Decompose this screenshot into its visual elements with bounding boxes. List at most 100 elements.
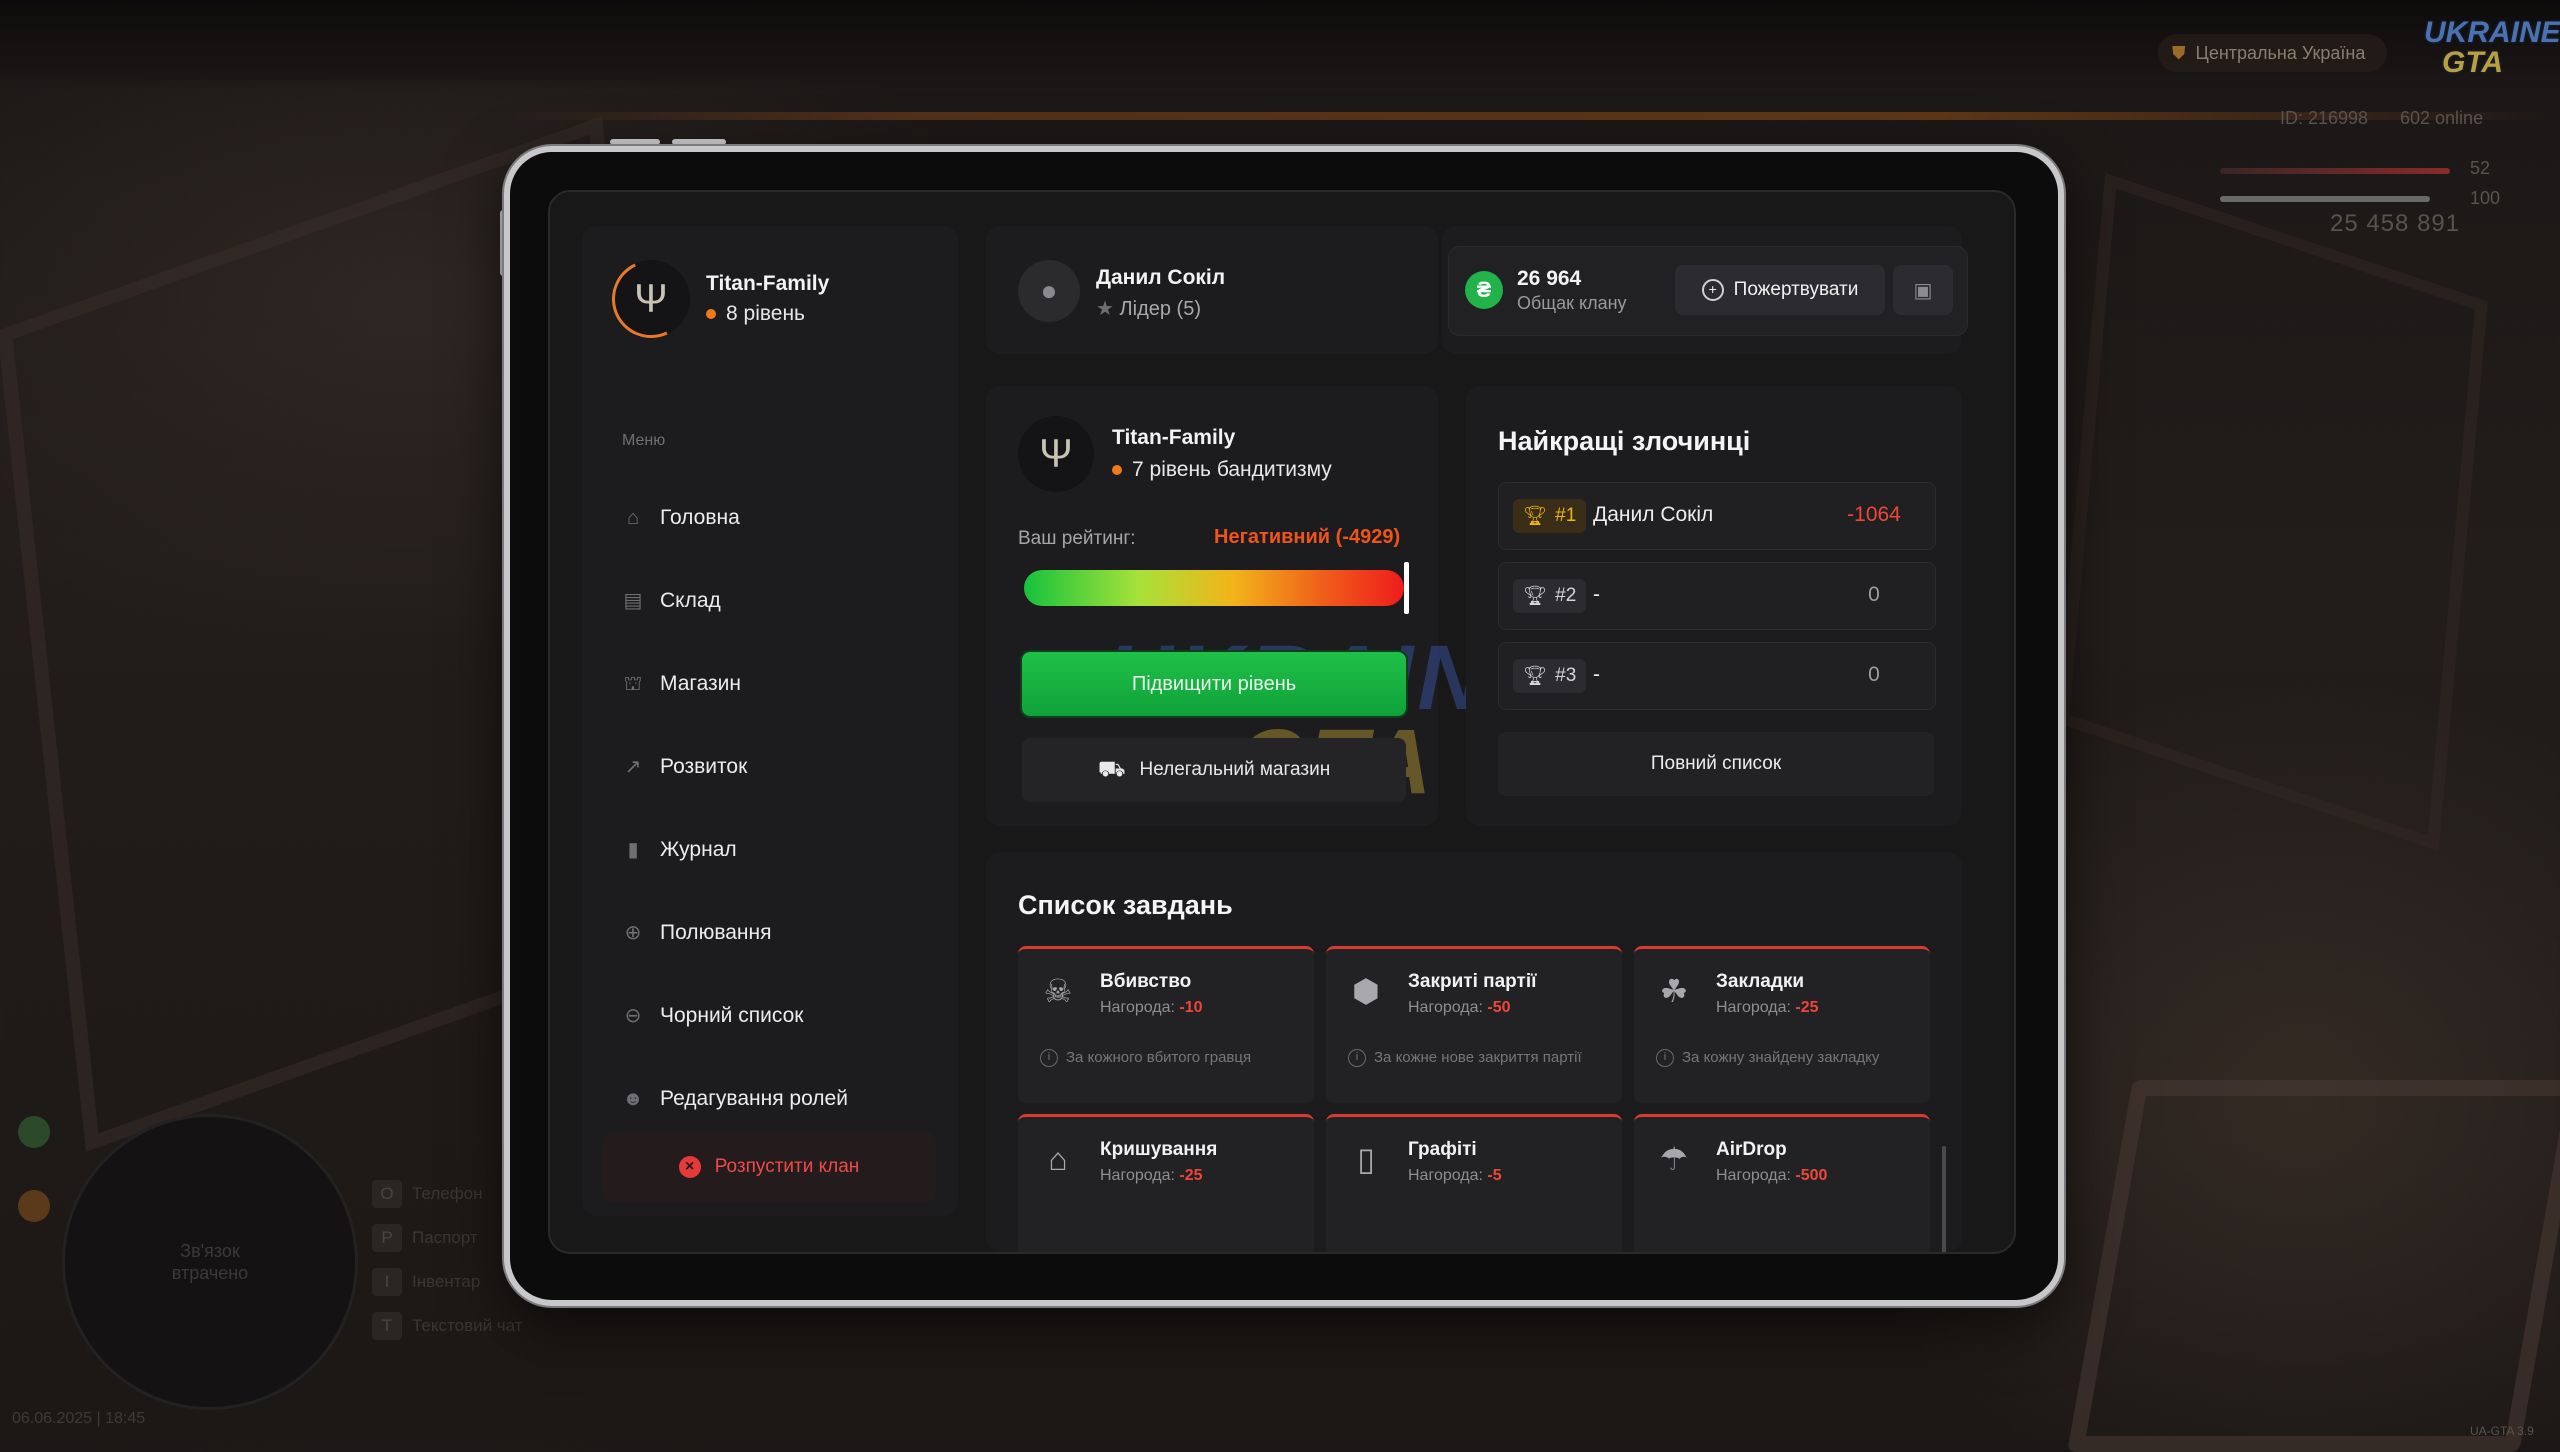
clan-level: 8 рівень	[706, 302, 829, 326]
hotkey-item: P Паспорт	[372, 1216, 523, 1260]
user-avatar-icon: ●	[1018, 260, 1080, 322]
clan-header: Ψ Titan-Family 8 рівень	[601, 249, 830, 349]
health-bar	[2220, 168, 2450, 174]
rating-value: Негативний (-4929)	[1214, 526, 1401, 548]
trident-icon: Ψ	[1039, 432, 1073, 476]
tablet-button	[672, 139, 726, 145]
criminal-name: -	[1593, 663, 1600, 686]
shop-icon: ⛫	[623, 672, 643, 695]
box-icon: ⬢	[1352, 973, 1380, 1009]
info-icon: i	[1656, 1049, 1674, 1067]
game-background-chair	[2067, 1080, 2560, 1452]
home-icon: ⌂	[626, 506, 640, 529]
sidebar-item-roles[interactable]: ☻ Редагування ролей	[622, 1057, 848, 1140]
task-item[interactable]: ⌂ Кришування Нагорода: -25	[1018, 1114, 1314, 1252]
hotkey-item: I Інвентар	[372, 1260, 523, 1304]
minimap-status: Зв'язок втрачено	[171, 1241, 249, 1283]
full-list-button[interactable]: Повний список	[1498, 732, 1934, 796]
block-icon: ⊖	[624, 1004, 642, 1027]
spray-can-icon: ▯	[1357, 1141, 1375, 1177]
minimap: Зв'язок втрачено	[62, 1114, 358, 1410]
tablet-button	[610, 139, 660, 145]
sidebar-item-home[interactable]: ⌂ Головна	[622, 476, 848, 559]
rating-label: Ваш рейтинг:	[1018, 528, 1136, 549]
clan-emblem: Ψ	[1018, 416, 1094, 492]
shield-icon: ⛊	[2172, 42, 2186, 63]
tasks-card: Список завдань ☠ Вбивство Нагорода: -10 …	[986, 852, 1962, 1252]
server-logo: UKRAINE GTA	[2424, 16, 2560, 79]
date-time: 06.06.2025 | 18:45	[12, 1410, 146, 1427]
region-name: Центральна Україна	[2195, 42, 2366, 63]
game-version: UA-GTA 3.9	[2470, 1424, 2534, 1438]
rank-badge: 🏆︎ #1	[1513, 499, 1587, 533]
sidebar-menu: ⌂ Головна ▤ Склад ⛫ Магазин ↗ Розвиток ▮ Журн…	[622, 476, 848, 1140]
game-background-board	[2056, 172, 2488, 852]
journal-icon: ▮	[627, 838, 639, 861]
warehouse-icon: ▤	[623, 589, 643, 612]
sidebar-item-blacklist[interactable]: ⊖ Чорний список	[622, 974, 848, 1057]
task-item[interactable]: ☠ Вбивство Нагорода: -10 i За кожного вби…	[1018, 946, 1314, 1103]
criminal-score: -1064	[1847, 503, 1901, 526]
hryvnia-icon: ₴	[1465, 271, 1503, 309]
clan-name: Titan-Family	[706, 272, 830, 295]
user-role: ★ Лідер (5)	[1096, 298, 1201, 320]
roles-icon: ☻	[622, 1087, 644, 1110]
task-item[interactable]: ⬢ Закриті партії Нагорода: -50 i За кожне…	[1326, 946, 1622, 1103]
armor-bar	[2220, 196, 2430, 202]
criminal-name: -	[1593, 583, 1600, 606]
info-icon: i	[1040, 1049, 1058, 1067]
clan-panel: Ψ Titan-Family 8 рівень Меню ⌂ Головна ▤ С…	[548, 190, 2016, 1254]
sidebar-item-hunting[interactable]: ⊕ Полювання	[622, 891, 848, 974]
criminal-name: Данил Сокіл	[1593, 503, 1714, 526]
bank-card: ₴ 26 964 Общак клану + Пожертвувати ▣	[1442, 226, 1968, 354]
plus-icon: +	[1701, 279, 1724, 301]
task-item[interactable]: ▯ Графіті Нагорода: -5	[1326, 1114, 1622, 1252]
info-icon: i	[1348, 1049, 1366, 1067]
best-criminals-card: Найкращі злочинці 🏆︎ #1 Данил Сокіл -1064…	[1466, 386, 1962, 826]
food-icon	[18, 1190, 50, 1222]
sidebar-item-warehouse[interactable]: ▤ Склад	[622, 559, 848, 642]
criminal-score: 0	[1868, 583, 1880, 606]
criminal-row: 🏆︎ #3 - 0	[1498, 642, 1936, 710]
level-up-button[interactable]: Підвищити рівень	[1022, 652, 1406, 716]
storage-box-button[interactable]: ▣	[1893, 265, 1953, 315]
banditry-level: 7 рівень бандитизму	[1112, 458, 1332, 482]
hotkey-item: T Текстовий чат	[372, 1304, 523, 1348]
sidebar: Ψ Titan-Family 8 рівень Меню ⌂ Головна ▤ С…	[582, 226, 958, 1216]
tasks-scrollbar[interactable]	[1942, 1146, 1946, 1252]
clan-emblem: Ψ	[601, 249, 701, 349]
crosshair-icon: ⊕	[624, 921, 642, 944]
hotkey-list: O Телефон P Паспорт I Інвентар T Текстовий ч…	[372, 1172, 523, 1348]
rank-badge: 🏆︎ #2	[1513, 579, 1587, 613]
donate-button[interactable]: + Пожертвувати	[1675, 265, 1885, 315]
close-icon: ×	[678, 1156, 701, 1178]
rating-card: Ψ Titan-Family 7 рівень бандитизму Ваш р…	[986, 386, 1549, 826]
region-badge: ⛊ Центральна Україна	[2158, 34, 2388, 72]
trophy-icon: 🏆︎	[1523, 506, 1548, 527]
box-icon: ▣	[1913, 279, 1933, 302]
health-value: 52	[2470, 158, 2491, 178]
tasks-title: Список завдань	[1018, 890, 1233, 920]
hotkey-item: O Телефон	[372, 1172, 523, 1216]
parachute-icon: ☂	[1659, 1141, 1689, 1177]
criminal-row: 🏆︎ #2 - 0	[1498, 562, 1936, 630]
illegal-shop-button[interactable]: ⛟ Нелегальний магазин	[1022, 738, 1406, 802]
user-card: ● Данил Сокіл ★ Лідер (5)	[986, 226, 1438, 354]
sidebar-item-shop[interactable]: ⛫ Магазин	[622, 642, 848, 725]
skull-icon: ☠	[1043, 973, 1073, 1009]
rating-marker	[1404, 562, 1409, 614]
disband-clan-button[interactable]: × Розпустити клан	[602, 1132, 936, 1202]
sidebar-item-development[interactable]: ↗ Розвиток	[622, 725, 848, 808]
task-item[interactable]: ☂ AirDrop Нагорода: -500	[1634, 1114, 1930, 1252]
sidebar-item-journal[interactable]: ▮ Журнал	[622, 808, 848, 891]
money-value: 25 458 891	[2330, 210, 2461, 237]
bank-label: Общак клану	[1517, 293, 1627, 313]
level-dot-icon	[1112, 465, 1122, 475]
menu-label: Меню	[622, 432, 666, 449]
user-name: Данил Сокіл	[1096, 266, 1226, 289]
trophy-icon: 🏆︎	[1523, 586, 1548, 607]
rating-bar	[1024, 570, 1404, 606]
stash-icon: ☘	[1659, 973, 1689, 1009]
rank-badge: 🏆︎ #3	[1513, 659, 1587, 693]
task-item[interactable]: ☘ Закладки Нагорода: -25 i За кожну знайд…	[1634, 946, 1930, 1103]
